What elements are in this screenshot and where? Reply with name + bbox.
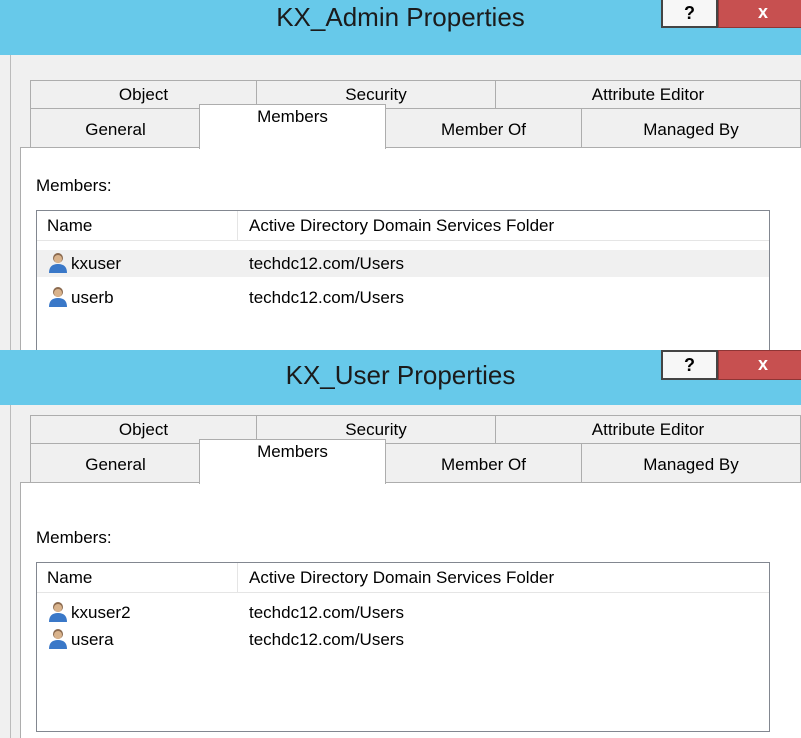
list-item[interactable]: usera techdc12.com/Users bbox=[37, 626, 769, 653]
user-icon bbox=[49, 602, 67, 622]
member-folder: techdc12.com/Users bbox=[249, 254, 404, 273]
column-header-folder[interactable]: Active Directory Domain Services Folder bbox=[249, 211, 554, 240]
tab-attribute-editor[interactable]: Attribute Editor bbox=[495, 415, 801, 444]
members-label: Members: bbox=[36, 176, 112, 195]
tab-members[interactable]: Members bbox=[199, 104, 386, 149]
member-folder: techdc12.com/Users bbox=[249, 288, 404, 307]
column-header-name[interactable]: Name bbox=[47, 563, 92, 592]
member-name: kxuser bbox=[71, 254, 122, 273]
title-bar[interactable]: KX_Admin Properties ? x bbox=[0, 0, 801, 55]
listview-header: Name Active Directory Domain Services Fo… bbox=[37, 563, 769, 593]
listview-header: Name Active Directory Domain Services Fo… bbox=[37, 211, 769, 241]
tab-managed-by[interactable]: Managed By bbox=[581, 443, 801, 483]
tab-general[interactable]: General bbox=[30, 108, 201, 148]
help-button[interactable]: ? bbox=[661, 0, 718, 28]
column-separator[interactable] bbox=[237, 211, 238, 240]
column-header-folder[interactable]: Active Directory Domain Services Folder bbox=[249, 563, 554, 592]
tab-member-of[interactable]: Member Of bbox=[385, 443, 582, 483]
kx-user-properties-dialog: KX_User Properties ? x Object Security A… bbox=[0, 350, 801, 738]
list-item[interactable]: kxuser techdc12.com/Users bbox=[37, 250, 769, 277]
tab-general[interactable]: General bbox=[30, 443, 201, 483]
tab-members[interactable]: Members bbox=[199, 439, 386, 484]
member-name: usera bbox=[71, 630, 114, 649]
column-separator[interactable] bbox=[237, 563, 238, 592]
member-folder: techdc12.com/Users bbox=[249, 630, 404, 649]
title-bar[interactable]: KX_User Properties ? x bbox=[0, 350, 801, 405]
column-header-name[interactable]: Name bbox=[47, 211, 92, 240]
tab-attribute-editor[interactable]: Attribute Editor bbox=[495, 80, 801, 109]
help-button[interactable]: ? bbox=[661, 350, 718, 380]
member-folder: techdc12.com/Users bbox=[249, 603, 404, 622]
list-item[interactable]: kxuser2 techdc12.com/Users bbox=[37, 599, 769, 626]
tab-managed-by[interactable]: Managed By bbox=[581, 108, 801, 148]
close-button[interactable]: x bbox=[718, 350, 801, 380]
members-listview[interactable]: Name Active Directory Domain Services Fo… bbox=[36, 210, 770, 350]
members-label: Members: bbox=[36, 528, 112, 547]
member-name: kxuser2 bbox=[71, 603, 131, 622]
members-listview[interactable]: Name Active Directory Domain Services Fo… bbox=[36, 562, 770, 732]
member-name: userb bbox=[71, 288, 114, 307]
tab-member-of[interactable]: Member Of bbox=[385, 108, 582, 148]
kx-admin-properties-dialog: KX_Admin Properties ? x Object Security … bbox=[0, 0, 801, 350]
close-button[interactable]: x bbox=[718, 0, 801, 28]
user-icon bbox=[49, 253, 67, 273]
user-icon bbox=[49, 287, 67, 307]
list-item[interactable]: userb techdc12.com/Users bbox=[37, 284, 769, 311]
user-icon bbox=[49, 629, 67, 649]
